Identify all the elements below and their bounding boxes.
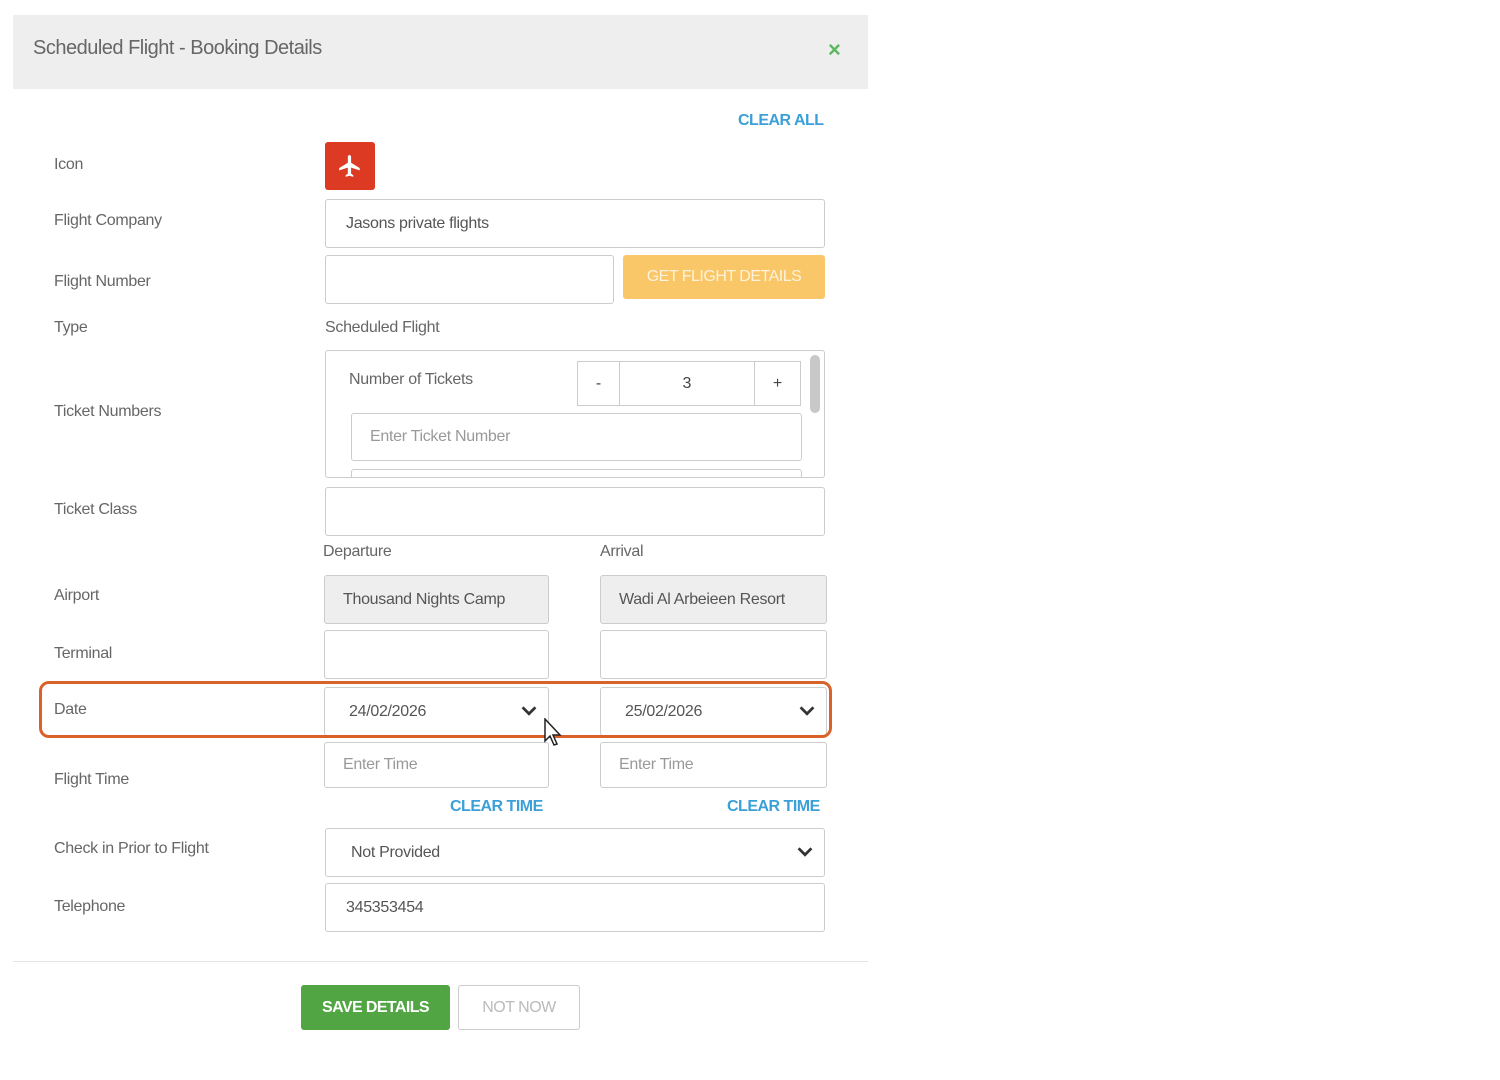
flight-company-input[interactable]: Jasons private flights (325, 199, 825, 248)
flight-company-label: Flight Company (54, 212, 162, 229)
chevron-down-icon (797, 847, 813, 857)
airplane-icon (339, 155, 360, 177)
ticket-number-input[interactable]: Enter Ticket Number (351, 413, 802, 461)
check-in-value: Not Provided (351, 843, 440, 861)
mouse-pointer-icon (544, 718, 562, 746)
not-now-button[interactable]: NOT NOW (458, 985, 580, 1030)
departure-time-placeholder: Enter Time (343, 756, 418, 773)
arrival-clear-time-link[interactable]: CLEAR TIME (727, 798, 820, 816)
departure-date-value: 24/02/2026 (349, 702, 427, 720)
arrival-time-input[interactable]: Enter Time (600, 742, 827, 788)
arrival-date-select[interactable]: 25/02/2026 (600, 687, 827, 736)
get-flight-details-button[interactable]: GET FLIGHT DETAILS (623, 255, 825, 299)
ticket-class-input[interactable] (325, 487, 825, 536)
ticket-number-input-2[interactable] (351, 469, 802, 477)
departure-heading: Departure (323, 543, 392, 560)
check-in-label: Check in Prior to Flight (54, 840, 209, 857)
arrival-terminal-input[interactable] (600, 630, 827, 679)
ticket-class-label: Ticket Class (54, 501, 137, 518)
ticket-number-placeholder: Enter Ticket Number (370, 428, 511, 445)
save-details-button[interactable]: SAVE DETAILS (301, 985, 450, 1030)
ticket-numbers-label: Ticket Numbers (54, 403, 162, 420)
terminal-label: Terminal (54, 645, 113, 662)
telephone-label: Telephone (54, 898, 126, 915)
arrival-heading: Arrival (600, 543, 644, 560)
increment-tickets-button[interactable]: + (754, 361, 801, 406)
telephone-input[interactable]: 345353454 (325, 883, 825, 932)
flight-time-label: Flight Time (54, 771, 129, 788)
chevron-down-icon (799, 706, 815, 716)
modal-title: Scheduled Flight - Booking Details (33, 37, 322, 59)
departure-terminal-input[interactable] (324, 630, 549, 679)
ticket-numbers-panel: Number of Tickets - 3 + Enter Ticket Num… (325, 350, 825, 478)
type-value: Scheduled Flight (325, 319, 440, 336)
check-in-select[interactable]: Not Provided (325, 828, 825, 877)
departure-date-select[interactable]: 24/02/2026 (324, 687, 549, 736)
decrement-tickets-button[interactable]: - (577, 361, 620, 406)
date-label: Date (54, 701, 87, 718)
departure-time-input[interactable]: Enter Time (324, 742, 549, 788)
arrival-airport-field[interactable]: Wadi Al Arbeieen Resort (600, 575, 827, 624)
ticket-list-scrollbar[interactable] (810, 355, 820, 413)
clear-all-link[interactable]: CLEAR ALL (738, 112, 824, 130)
footer-divider (13, 961, 868, 962)
chevron-down-icon (521, 706, 537, 716)
booking-details-modal: Scheduled Flight - Booking Details × CLE… (13, 15, 868, 1065)
flight-number-input[interactable] (325, 255, 614, 304)
departure-clear-time-link[interactable]: CLEAR TIME (450, 798, 543, 816)
flight-number-label: Flight Number (54, 273, 151, 290)
icon-label: Icon (54, 156, 84, 173)
departure-airport-field[interactable]: Thousand Nights Camp (324, 575, 549, 624)
type-label: Type (54, 319, 88, 336)
close-icon[interactable]: × (828, 37, 841, 63)
airplane-icon-button[interactable] (325, 142, 375, 190)
number-of-tickets-label: Number of Tickets (349, 371, 473, 388)
airport-label: Airport (54, 587, 100, 604)
arrival-time-placeholder: Enter Time (619, 756, 694, 773)
arrival-date-value: 25/02/2026 (625, 702, 703, 720)
modal-header: Scheduled Flight - Booking Details × (13, 15, 868, 89)
ticket-count-input[interactable]: 3 (619, 361, 755, 406)
